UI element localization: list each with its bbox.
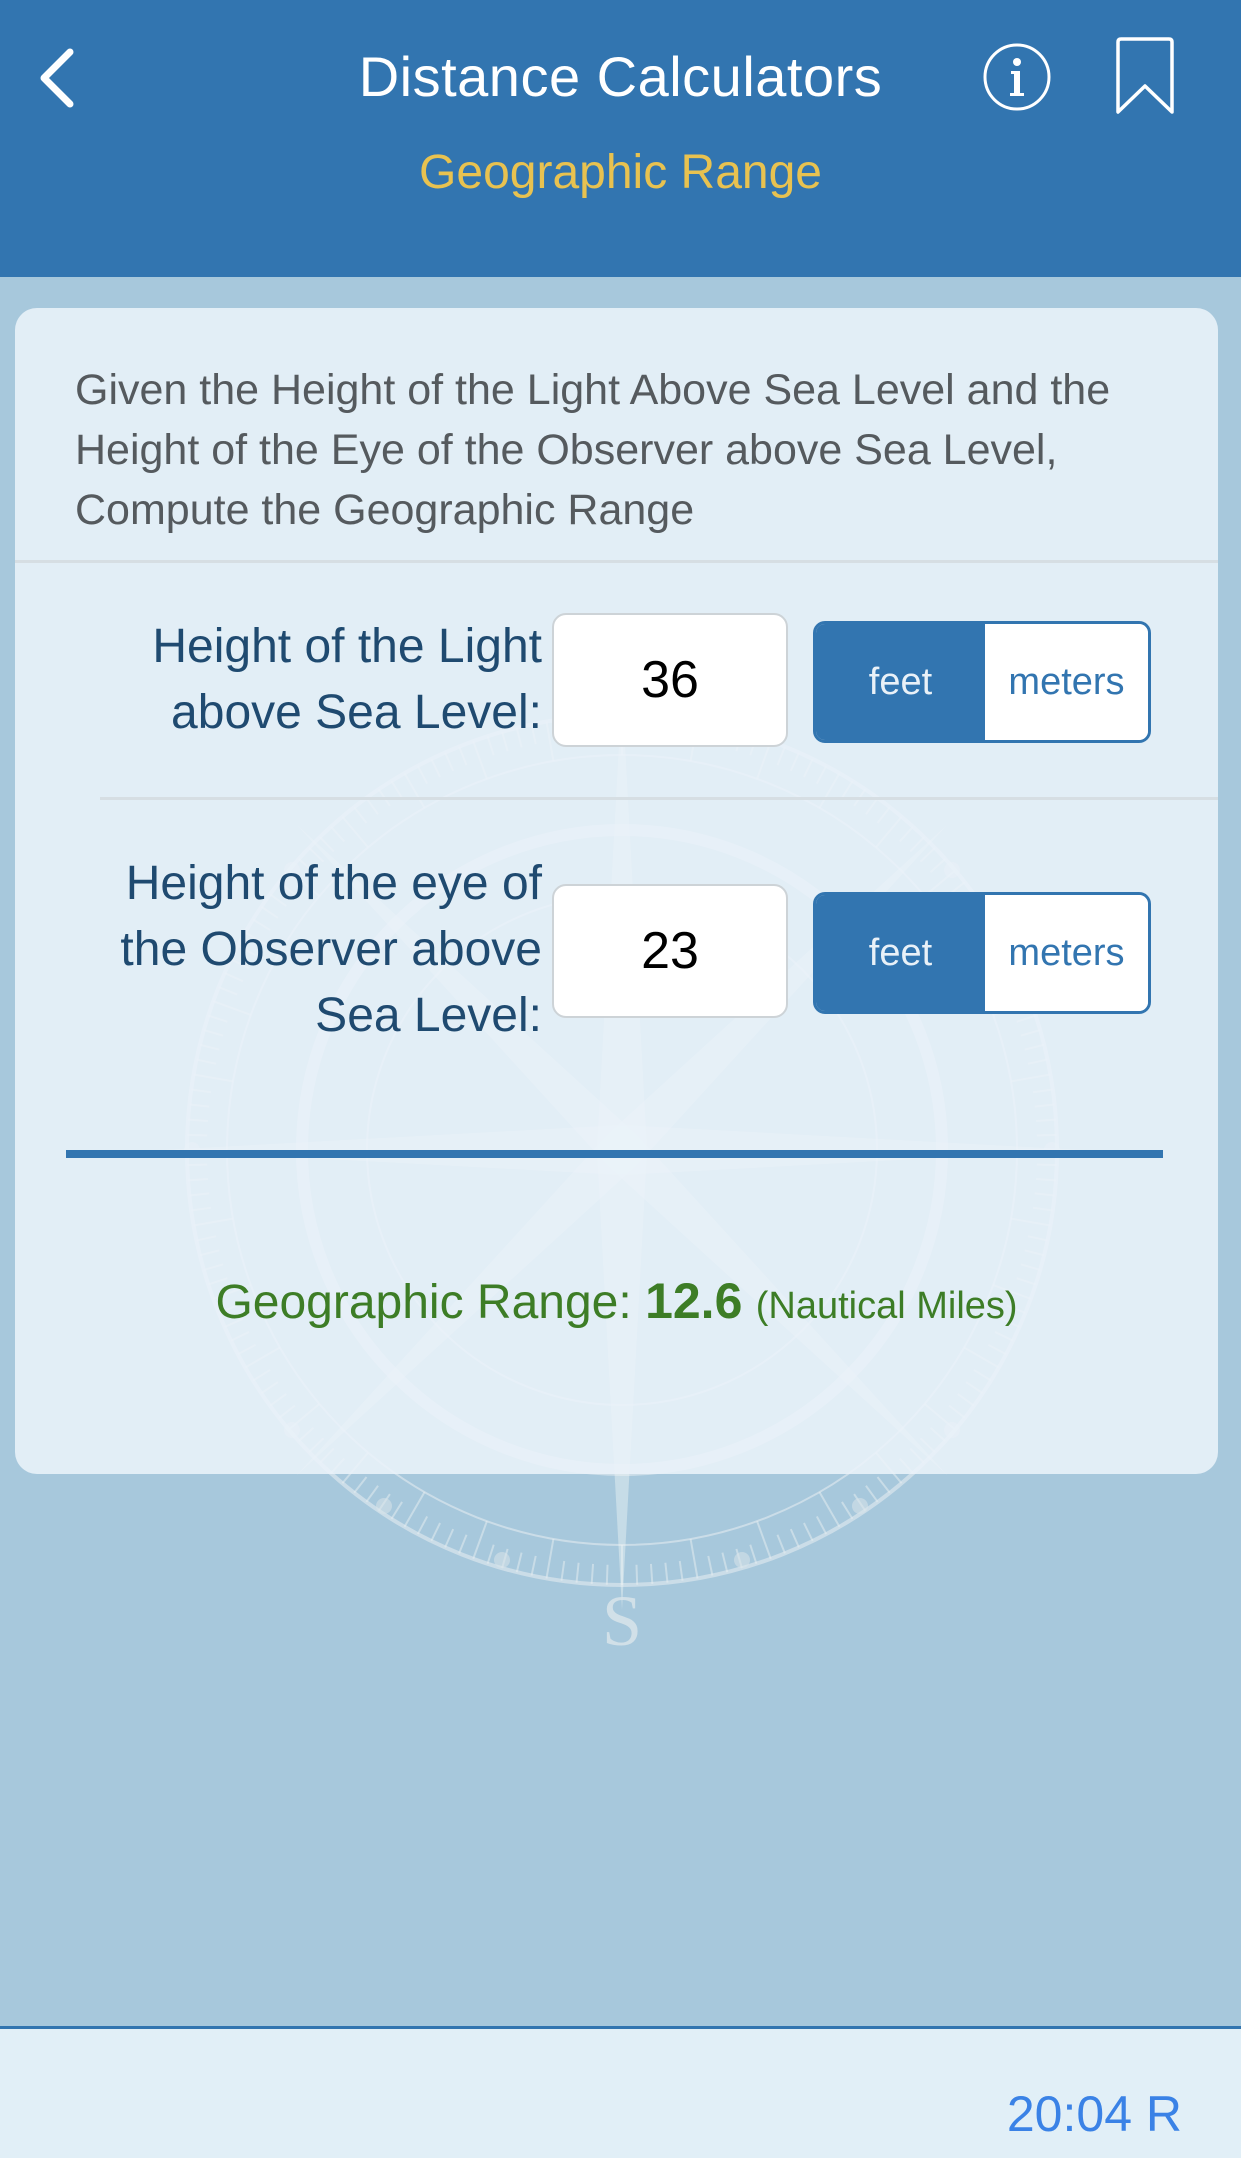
compass-tick (721, 1552, 729, 1573)
compass-tick (776, 1534, 786, 1554)
compass-tick (735, 1548, 743, 1569)
result-separator (66, 1150, 1163, 1158)
compass-tick (815, 1515, 828, 1535)
compass-tick (818, 1491, 841, 1528)
bookmark-icon (1116, 37, 1174, 114)
result-value: 12.6 (645, 1273, 743, 1329)
divider (100, 797, 1218, 800)
page-title: Distance Calculators (358, 45, 883, 108)
compass-tick (458, 1534, 468, 1554)
compass-tick (605, 1564, 609, 1585)
calculator-card: Given the Height of the Light Above Sea … (15, 308, 1218, 1474)
compass-tick (365, 1485, 379, 1503)
compass-tick (377, 1493, 391, 1512)
observer-height-unit-toggle[interactable]: feet meters (813, 892, 1151, 1014)
observer-height-label: Height of the eye of the Observer above … (120, 857, 542, 1042)
compass-tick (789, 1528, 800, 1548)
bottom-status-bar: 20:04 R (0, 2026, 1241, 2158)
clock-text: 20:04 R (1006, 2086, 1182, 2142)
light-height-label: Height of the Light above Sea Level: (152, 620, 542, 739)
light-height-input[interactable] (552, 613, 788, 747)
compass-tick (649, 1563, 654, 1585)
divider (15, 560, 1218, 563)
compass-tick (403, 1491, 426, 1528)
light-height-unit-toggle[interactable]: feet meters (813, 621, 1151, 743)
compass-tick (756, 1520, 772, 1560)
compass-tick (515, 1552, 523, 1573)
compass-tick (486, 1544, 495, 1565)
compass-tick (841, 1501, 854, 1520)
observer-unit-meters[interactable]: meters (985, 895, 1148, 1011)
compass-tick (545, 1538, 555, 1579)
nav-header: Distance Calculators Geographic Range (0, 0, 1241, 277)
description-text: Given the Height of the Light Above Sea … (75, 366, 1111, 534)
compass-tick (390, 1501, 403, 1520)
compass-tick (749, 1544, 758, 1565)
light-unit-feet[interactable]: feet (816, 624, 985, 740)
compass-tick (416, 1515, 429, 1535)
result-label: Geographic Range: (215, 1276, 632, 1329)
result-line: Geographic Range: 12.6 (Nautical Miles) (15, 1272, 1218, 1330)
compass-tick (430, 1522, 441, 1542)
observer-height-input[interactable] (552, 884, 788, 1018)
compass-tick (575, 1562, 580, 1583)
compass-tick (853, 1493, 867, 1512)
compass-tick (707, 1555, 714, 1576)
compass-tick (689, 1538, 699, 1579)
info-button[interactable] (980, 40, 1054, 114)
compass-tick (530, 1555, 537, 1576)
compass-tick (590, 1563, 595, 1585)
compass-tick (664, 1562, 669, 1583)
compass-tick (803, 1522, 814, 1542)
bookmark-button[interactable] (1108, 34, 1182, 120)
compass-tick (876, 1476, 891, 1494)
compass-tick (501, 1548, 509, 1569)
light-unit-meters[interactable]: meters (985, 624, 1148, 740)
observer-unit-feet[interactable]: feet (816, 895, 985, 1011)
result-unit: (Nautical Miles) (755, 1285, 1018, 1327)
compass-tick (472, 1520, 488, 1560)
compass-tick (865, 1485, 879, 1503)
compass-letter-s: S (602, 1581, 642, 1661)
compass-tick (560, 1560, 566, 1581)
compass-tick (444, 1528, 455, 1548)
compass-tick (353, 1476, 368, 1494)
compass-tick (635, 1564, 639, 1585)
compass-tick (678, 1560, 684, 1581)
info-circle-icon (983, 43, 1051, 111)
page-subtitle: Geographic Range (419, 146, 822, 199)
